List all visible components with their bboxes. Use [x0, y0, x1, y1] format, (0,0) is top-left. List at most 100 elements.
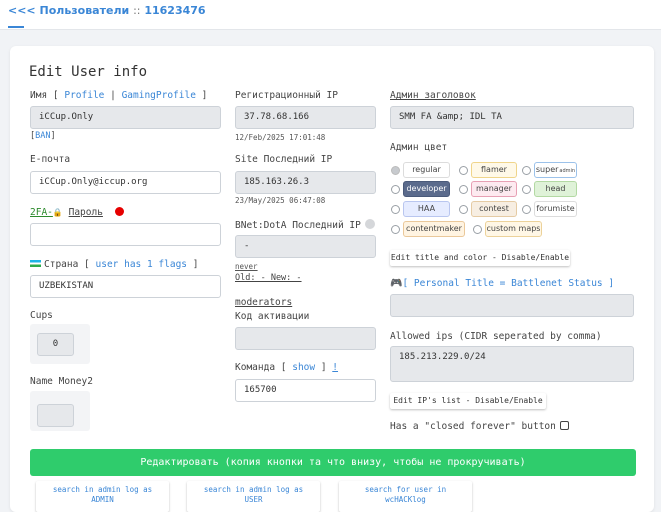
admin-color-radio-developer[interactable]: [391, 185, 400, 194]
bnet-never-text: never: [235, 262, 258, 271]
flags-link[interactable]: user has 1 flags: [96, 259, 188, 270]
gamepad-icon: 🎮: [390, 278, 403, 289]
admin-color-chip-label: developer: [406, 184, 447, 193]
edit-user-card: Edit User info Имя [ Profile | GamingPro…: [10, 46, 654, 512]
team-bang-link[interactable]: !: [332, 362, 338, 373]
cups-value: 0: [37, 333, 74, 356]
toggle-title-color-button[interactable]: Edit title and color - Disable/Enable: [390, 250, 570, 266]
password-input[interactable]: [30, 223, 221, 246]
lock-icon: 🔒: [52, 208, 63, 217]
country-label: Страна: [44, 259, 79, 270]
log-button-line2: USER: [244, 495, 263, 504]
email-input[interactable]: iCCup.Only@iccup.org: [30, 171, 221, 194]
admin-color-chip-custom-maps[interactable]: custom maps: [485, 221, 542, 237]
admin-color-chip-label: contentmaker: [406, 224, 462, 233]
admin-color-chip-label: flamer: [481, 165, 507, 174]
log-button-line1: search in admin log as: [203, 485, 304, 494]
country-input[interactable]: UZBEKISTAN: [30, 275, 221, 298]
admin-color-chip-super[interactable]: superadmin: [534, 162, 577, 178]
cups-label: Cups: [30, 310, 53, 321]
gaming-profile-link[interactable]: GamingProfile: [122, 90, 196, 101]
admin-color-chip-haa[interactable]: HAA: [403, 201, 450, 217]
grey-status-dot: [364, 219, 375, 229]
closed-forever-checkbox[interactable]: [559, 421, 569, 430]
site-ip-label: Site Последний IP: [235, 154, 333, 165]
activation-label: Код активации: [235, 311, 310, 322]
allowed-ips-label: Allowed ips (CIDR seperated by comma): [390, 331, 602, 342]
admin-color-chip-label: contest: [479, 204, 509, 213]
breadcrumb-users-link[interactable]: Пользователи: [40, 4, 130, 17]
name-input[interactable]: iCCup.Only: [30, 106, 221, 129]
admin-color-chip-regular[interactable]: regular: [403, 162, 450, 178]
site-ip-input: 185.163.26.3: [235, 171, 376, 194]
team-input[interactable]: 165700: [235, 379, 376, 402]
closed-forever-row: Has a "closed forever" button: [390, 421, 569, 432]
breadcrumb-separator: ::: [133, 4, 141, 17]
admin-color-chip-label: custom maps: [486, 224, 541, 233]
email-label: E-почта: [30, 154, 71, 165]
admin-color-chip-label: super: [535, 165, 559, 174]
personal-title-label-row: 🎮[ Personal Title = Battlenet Status ]: [390, 278, 614, 289]
admin-color-chip-developer[interactable]: developer: [403, 181, 450, 197]
admin-color-radio-regular[interactable]: [391, 166, 400, 175]
uzbekistan-flag-icon: [30, 260, 41, 267]
log-button-line1: search in admin log as: [52, 485, 153, 494]
admin-color-chip-head[interactable]: head: [534, 181, 577, 197]
admin-color-chip-label: manager: [476, 184, 512, 193]
log-button-line2: wcHACKlog: [385, 495, 426, 504]
log-button-line2: ADMIN: [91, 495, 114, 504]
admin-color-radio-flamer[interactable]: [459, 166, 468, 175]
breadcrumb-user-id: 11623476: [144, 4, 206, 17]
closed-forever-label: Has a "closed forever" button: [390, 421, 556, 432]
admin-color-chip-label: HAA: [417, 204, 436, 213]
allowed-ips-textarea[interactable]: 185.213.229.0/24: [390, 346, 634, 382]
admin-header-label: Админ заголовок: [390, 90, 476, 101]
profile-link[interactable]: Profile: [64, 90, 104, 101]
search-wchacklog-button[interactable]: search for user in wcHACKlog: [339, 481, 472, 512]
page-title: Edit User info: [29, 64, 148, 80]
site-ip-date: 23/May/2025 06:47:08: [235, 196, 326, 205]
personal-title-label: [ Personal Title = Battlenet Status ]: [402, 278, 615, 289]
country-label-row: Страна [ user has 1 flags ]: [30, 259, 198, 270]
team-show-link[interactable]: show: [292, 362, 315, 373]
admin-color-label: Админ цвет: [390, 142, 448, 153]
reg-ip-label: Регистрационный IP: [235, 90, 338, 101]
admin-header-input[interactable]: SMM FA &amp; IDL TA: [390, 106, 634, 129]
admin-color-chip-manager[interactable]: manager: [471, 181, 517, 197]
password-label-row: 2FA-🔒 Пароль: [30, 207, 124, 218]
search-admin-log-user-button[interactable]: search in admin log as USER: [187, 481, 320, 512]
log-button-line1: search for user in: [364, 485, 447, 494]
bnet-ip-input: -: [235, 235, 376, 258]
admin-color-radio-contest[interactable]: [459, 205, 468, 214]
password-label: Пароль: [68, 207, 103, 218]
top-bar: <<< Пользователи :: 11623476: [0, 0, 661, 30]
admin-color-chip-flamer[interactable]: flamer: [471, 162, 517, 178]
search-admin-log-admin-button[interactable]: search in admin log as ADMIN: [36, 481, 169, 512]
admin-color-radio-super[interactable]: [522, 166, 531, 175]
admin-color-chip-sublabel: admin: [559, 168, 576, 174]
allowed-ips-value: 185.213.229.0/24: [399, 352, 486, 362]
personal-title-input[interactable]: [390, 294, 634, 317]
admin-color-radio-forumiste[interactable]: [522, 205, 531, 214]
admin-color-radio-haa[interactable]: [391, 205, 400, 214]
breadcrumb: <<< Пользователи :: 11623476: [8, 4, 206, 17]
team-label: Команда: [235, 362, 276, 373]
admin-color-chip-forumiste[interactable]: forumiste: [534, 201, 577, 217]
bnet-old-new-text: Old: - New: -: [235, 273, 302, 283]
bnet-ip-label: BNet:DotA Последний IP: [235, 220, 361, 231]
money-value: [37, 404, 74, 427]
reg-ip-input: 37.78.68.166: [235, 106, 376, 129]
admin-color-chip-label: forumiste: [536, 204, 575, 213]
admin-color-radio-manager[interactable]: [459, 185, 468, 194]
submit-edit-button[interactable]: Редактировать (копия кнопки та что внизу…: [30, 449, 636, 476]
ban-link[interactable]: BAN: [35, 131, 50, 141]
toggle-ips-button[interactable]: Edit IP's list - Disable/Enable: [390, 393, 546, 409]
moderators-link[interactable]: moderators: [235, 297, 292, 308]
admin-color-chip-contentmaker[interactable]: contentmaker: [403, 221, 465, 237]
admin-color-radio-head[interactable]: [522, 185, 531, 194]
admin-color-radio-contentmaker[interactable]: [391, 225, 400, 234]
breadcrumb-back-link[interactable]: <<<: [8, 4, 36, 17]
admin-color-radio-custom-maps[interactable]: [473, 225, 482, 234]
admin-color-chip-label: regular: [412, 165, 441, 174]
admin-color-chip-contest[interactable]: contest: [471, 201, 517, 217]
